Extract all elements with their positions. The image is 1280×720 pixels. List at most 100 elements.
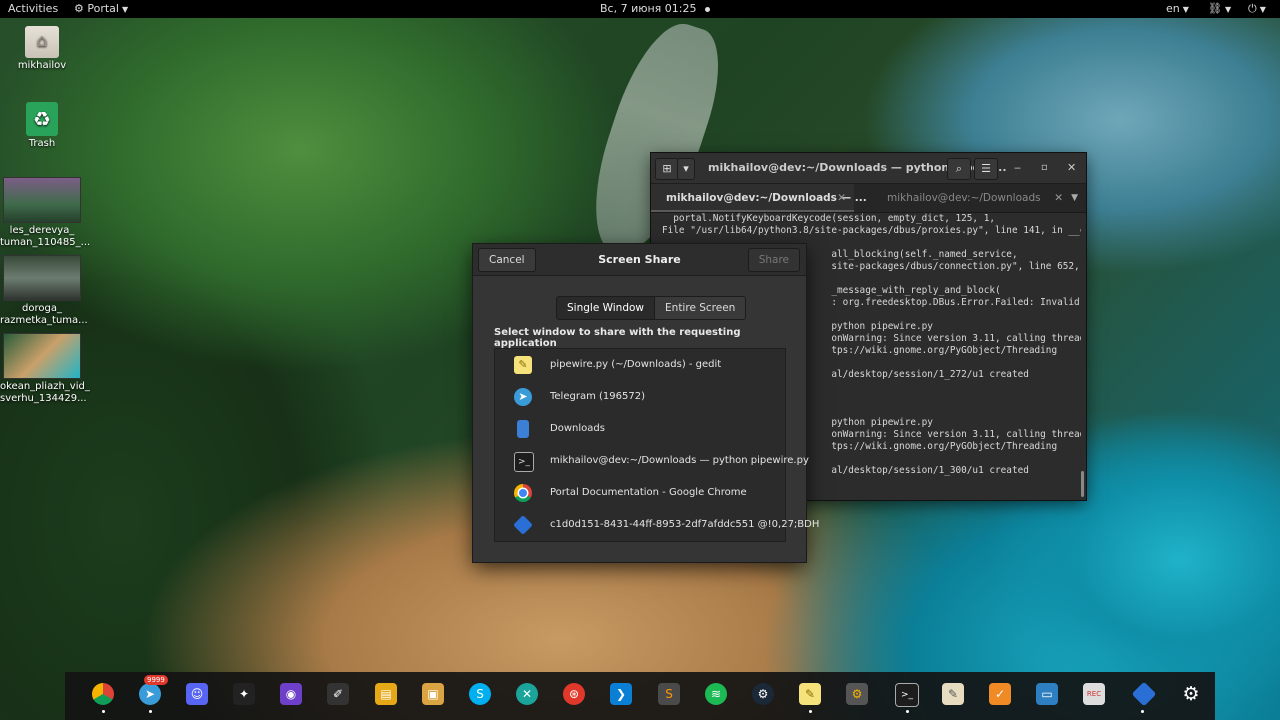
notes-icon[interactable]: ✎ xyxy=(942,683,964,705)
window-manager-icon[interactable]: ▤ xyxy=(375,683,397,705)
lifebuoy-icon[interactable]: ⊛ xyxy=(563,683,585,705)
settings-tools-icon[interactable]: ⚙ xyxy=(846,683,868,705)
desktop-icon-trash[interactable]: ♻ Trash xyxy=(0,102,84,150)
list-item[interactable]: Downloads xyxy=(495,413,785,445)
dialog-header: Screen Share Cancel Share xyxy=(473,244,806,276)
list-item-label: Telegram (196572) xyxy=(550,391,645,402)
files-icon xyxy=(517,420,529,438)
gear-icon[interactable]: ⚙ xyxy=(1180,683,1202,705)
sublime-icon[interactable]: S xyxy=(658,683,680,705)
app-menu[interactable]: ⚙ Portal ▼ xyxy=(74,0,128,19)
notification-dot-icon xyxy=(704,6,710,12)
window-list: ✎ pipewire.py (~/Downloads) - gedit ➤ Te… xyxy=(494,348,819,542)
list-item-label: pipewire.py (~/Downloads) - gedit xyxy=(550,359,722,370)
terminal-line: portal.NotifyKeyboardKeycode(session, em… xyxy=(662,213,996,224)
desktop-icon-label: les_derevya_ tuman_110485_... xyxy=(0,225,91,248)
notification-badge: 9999 xyxy=(144,675,168,685)
gedit-icon: ✎ xyxy=(514,356,532,374)
close-icon[interactable]: ✕ xyxy=(1067,153,1076,183)
gear-icon: ⚙ xyxy=(74,2,84,15)
chrome-icon xyxy=(514,484,532,502)
desktop-icon-label: mikhailov xyxy=(17,60,67,71)
screen-share-dialog: Screen Share Cancel Share Single Window … xyxy=(473,244,819,562)
maximize-icon[interactable]: ▫ xyxy=(1041,153,1048,183)
discord-icon[interactable]: ☺ xyxy=(186,683,208,705)
share-mode-switcher: Single Window Entire Screen xyxy=(556,296,747,320)
github-icon[interactable]: ◉ xyxy=(280,683,302,705)
running-indicator xyxy=(1141,710,1144,713)
running-indicator xyxy=(102,710,105,713)
running-indicator xyxy=(809,710,812,713)
terminal-icon[interactable]: >_ xyxy=(895,683,919,707)
window-list-prompt: Select window to share with the requesti… xyxy=(494,327,741,349)
list-item[interactable]: c1d0d151-8431-44ff-8953-2df7afddc551 @!0… xyxy=(495,509,819,541)
home-folder-icon xyxy=(25,26,59,58)
single-window-button[interactable]: Single Window xyxy=(557,297,656,319)
gedit-icon[interactable]: ✎ xyxy=(799,683,821,705)
telegram-icon: ➤ xyxy=(514,388,532,406)
virtualbox-icon[interactable]: ▭ xyxy=(1036,683,1058,705)
network-icon[interactable]: ⛓ ▼ xyxy=(1208,0,1231,19)
tab-terminal-2[interactable]: mikhailov@dev:~/Downloads ✕ xyxy=(871,184,1071,212)
diamond-icon[interactable] xyxy=(1131,681,1157,707)
entire-screen-button[interactable]: Entire Screen xyxy=(655,297,746,319)
minimize-icon[interactable]: ‒ xyxy=(1014,153,1021,183)
image-thumbnail-icon xyxy=(3,333,81,379)
chrome-icon[interactable] xyxy=(92,683,114,705)
clock[interactable]: Вс, 7 июня 01:25 xyxy=(600,0,710,18)
desktop-icon-home[interactable]: mikhailov xyxy=(0,26,84,72)
image-thumbnail-icon xyxy=(3,177,81,223)
language-label: en xyxy=(1166,2,1180,15)
clock-label: Вс, 7 июня 01:25 xyxy=(600,2,697,15)
new-tab-icon[interactable]: ⊞ xyxy=(655,158,679,180)
list-item[interactable]: ✎ pipewire.py (~/Downloads) - gedit xyxy=(495,349,785,381)
desktop-icon-image[interactable]: okean_pliazh_vid_ sverhu_134429... xyxy=(0,333,90,405)
steam-icon[interactable]: ⚙ xyxy=(752,683,774,705)
language-menu[interactable]: en ▼ xyxy=(1166,0,1189,19)
spotify-icon[interactable]: ≋ xyxy=(705,683,727,705)
desktop-icon-image[interactable]: les_derevya_ tuman_110485_... xyxy=(0,177,91,249)
image-viewer-icon[interactable]: ▣ xyxy=(422,683,444,705)
list-item[interactable]: Portal Documentation - Google Chrome xyxy=(495,477,785,509)
tab-terminal-1[interactable]: mikhailov@dev:~/Downloads — ... ✕ xyxy=(651,184,867,212)
list-item[interactable]: >_ mikhailov@dev:~/Downloads — python pi… xyxy=(495,445,809,477)
terminal-tab-bar: mikhailov@dev:~/Downloads — ... ✕ mikhail… xyxy=(651,184,1086,213)
desktop-icon-label: Trash xyxy=(28,138,56,149)
list-item[interactable]: ➤ Telegram (196572) xyxy=(495,381,785,413)
terminal-header-bar: ⊞ ▾ mikhailov@dev:~/Downloads — python p… xyxy=(651,153,1086,184)
hamburger-menu-icon[interactable]: ☰ xyxy=(974,158,998,180)
trash-icon: ♻ xyxy=(26,102,58,136)
running-indicator xyxy=(906,710,909,713)
app-menu-label: Portal xyxy=(87,2,119,15)
image-thumbnail-icon xyxy=(3,255,81,301)
activities-button[interactable]: Activities xyxy=(8,0,58,18)
share-button[interactable]: Share xyxy=(747,248,800,272)
inkscape-icon[interactable]: ✦ xyxy=(233,683,255,705)
chevron-down-icon[interactable]: ▾ xyxy=(677,158,695,180)
record-icon[interactable]: REC xyxy=(1083,683,1105,705)
desktop-icon-label: okean_pliazh_vid_ sverhu_134429... xyxy=(0,381,90,404)
chevron-down-icon[interactable]: ▼ xyxy=(1071,184,1078,212)
chevron-down-icon: ▼ xyxy=(1182,5,1189,14)
vscode-icon[interactable]: ❯ xyxy=(610,683,632,705)
close-tab-icon[interactable]: ✕ xyxy=(837,184,846,212)
top-bar: Activities ⚙ Portal ▼ Вс, 7 июня 01:25 en… xyxy=(0,0,1280,18)
running-indicator xyxy=(149,710,152,713)
scrollbar[interactable] xyxy=(1081,471,1084,497)
search-icon[interactable]: ⌕ xyxy=(947,158,971,180)
xcode-icon[interactable]: ✕ xyxy=(516,683,538,705)
desktop-icon-image[interactable]: doroga_ razmetka_tuma... xyxy=(0,255,88,327)
cancel-button[interactable]: Cancel xyxy=(478,248,536,272)
telegram-icon[interactable]: ➤ 9999 xyxy=(139,675,168,705)
close-tab-icon[interactable]: ✕ xyxy=(1054,184,1063,212)
list-item-label: mikhailov@dev:~/Downloads — python pipew… xyxy=(550,455,809,466)
list-item-label: c1d0d151-8431-44ff-8953-2df7afddc551 @!0… xyxy=(550,519,820,530)
tasks-icon[interactable]: ✓ xyxy=(989,683,1011,705)
tab-label: mikhailov@dev:~/Downloads xyxy=(887,192,1041,204)
dock: ➤ 9999 ☺ ✦ ◉ ✐ ▤ ▣ S ✕ ⊛ ❯ S ≋ ⚙ ✎ ⚙ >_ ✎… xyxy=(65,672,1215,720)
skype-icon[interactable]: S xyxy=(469,683,491,705)
list-item-label: Downloads xyxy=(550,423,605,434)
gimp-icon[interactable]: ✐ xyxy=(327,683,349,705)
power-icon[interactable]: ⏻ ▼ xyxy=(1248,0,1266,19)
terminal-icon: >_ xyxy=(514,452,534,472)
